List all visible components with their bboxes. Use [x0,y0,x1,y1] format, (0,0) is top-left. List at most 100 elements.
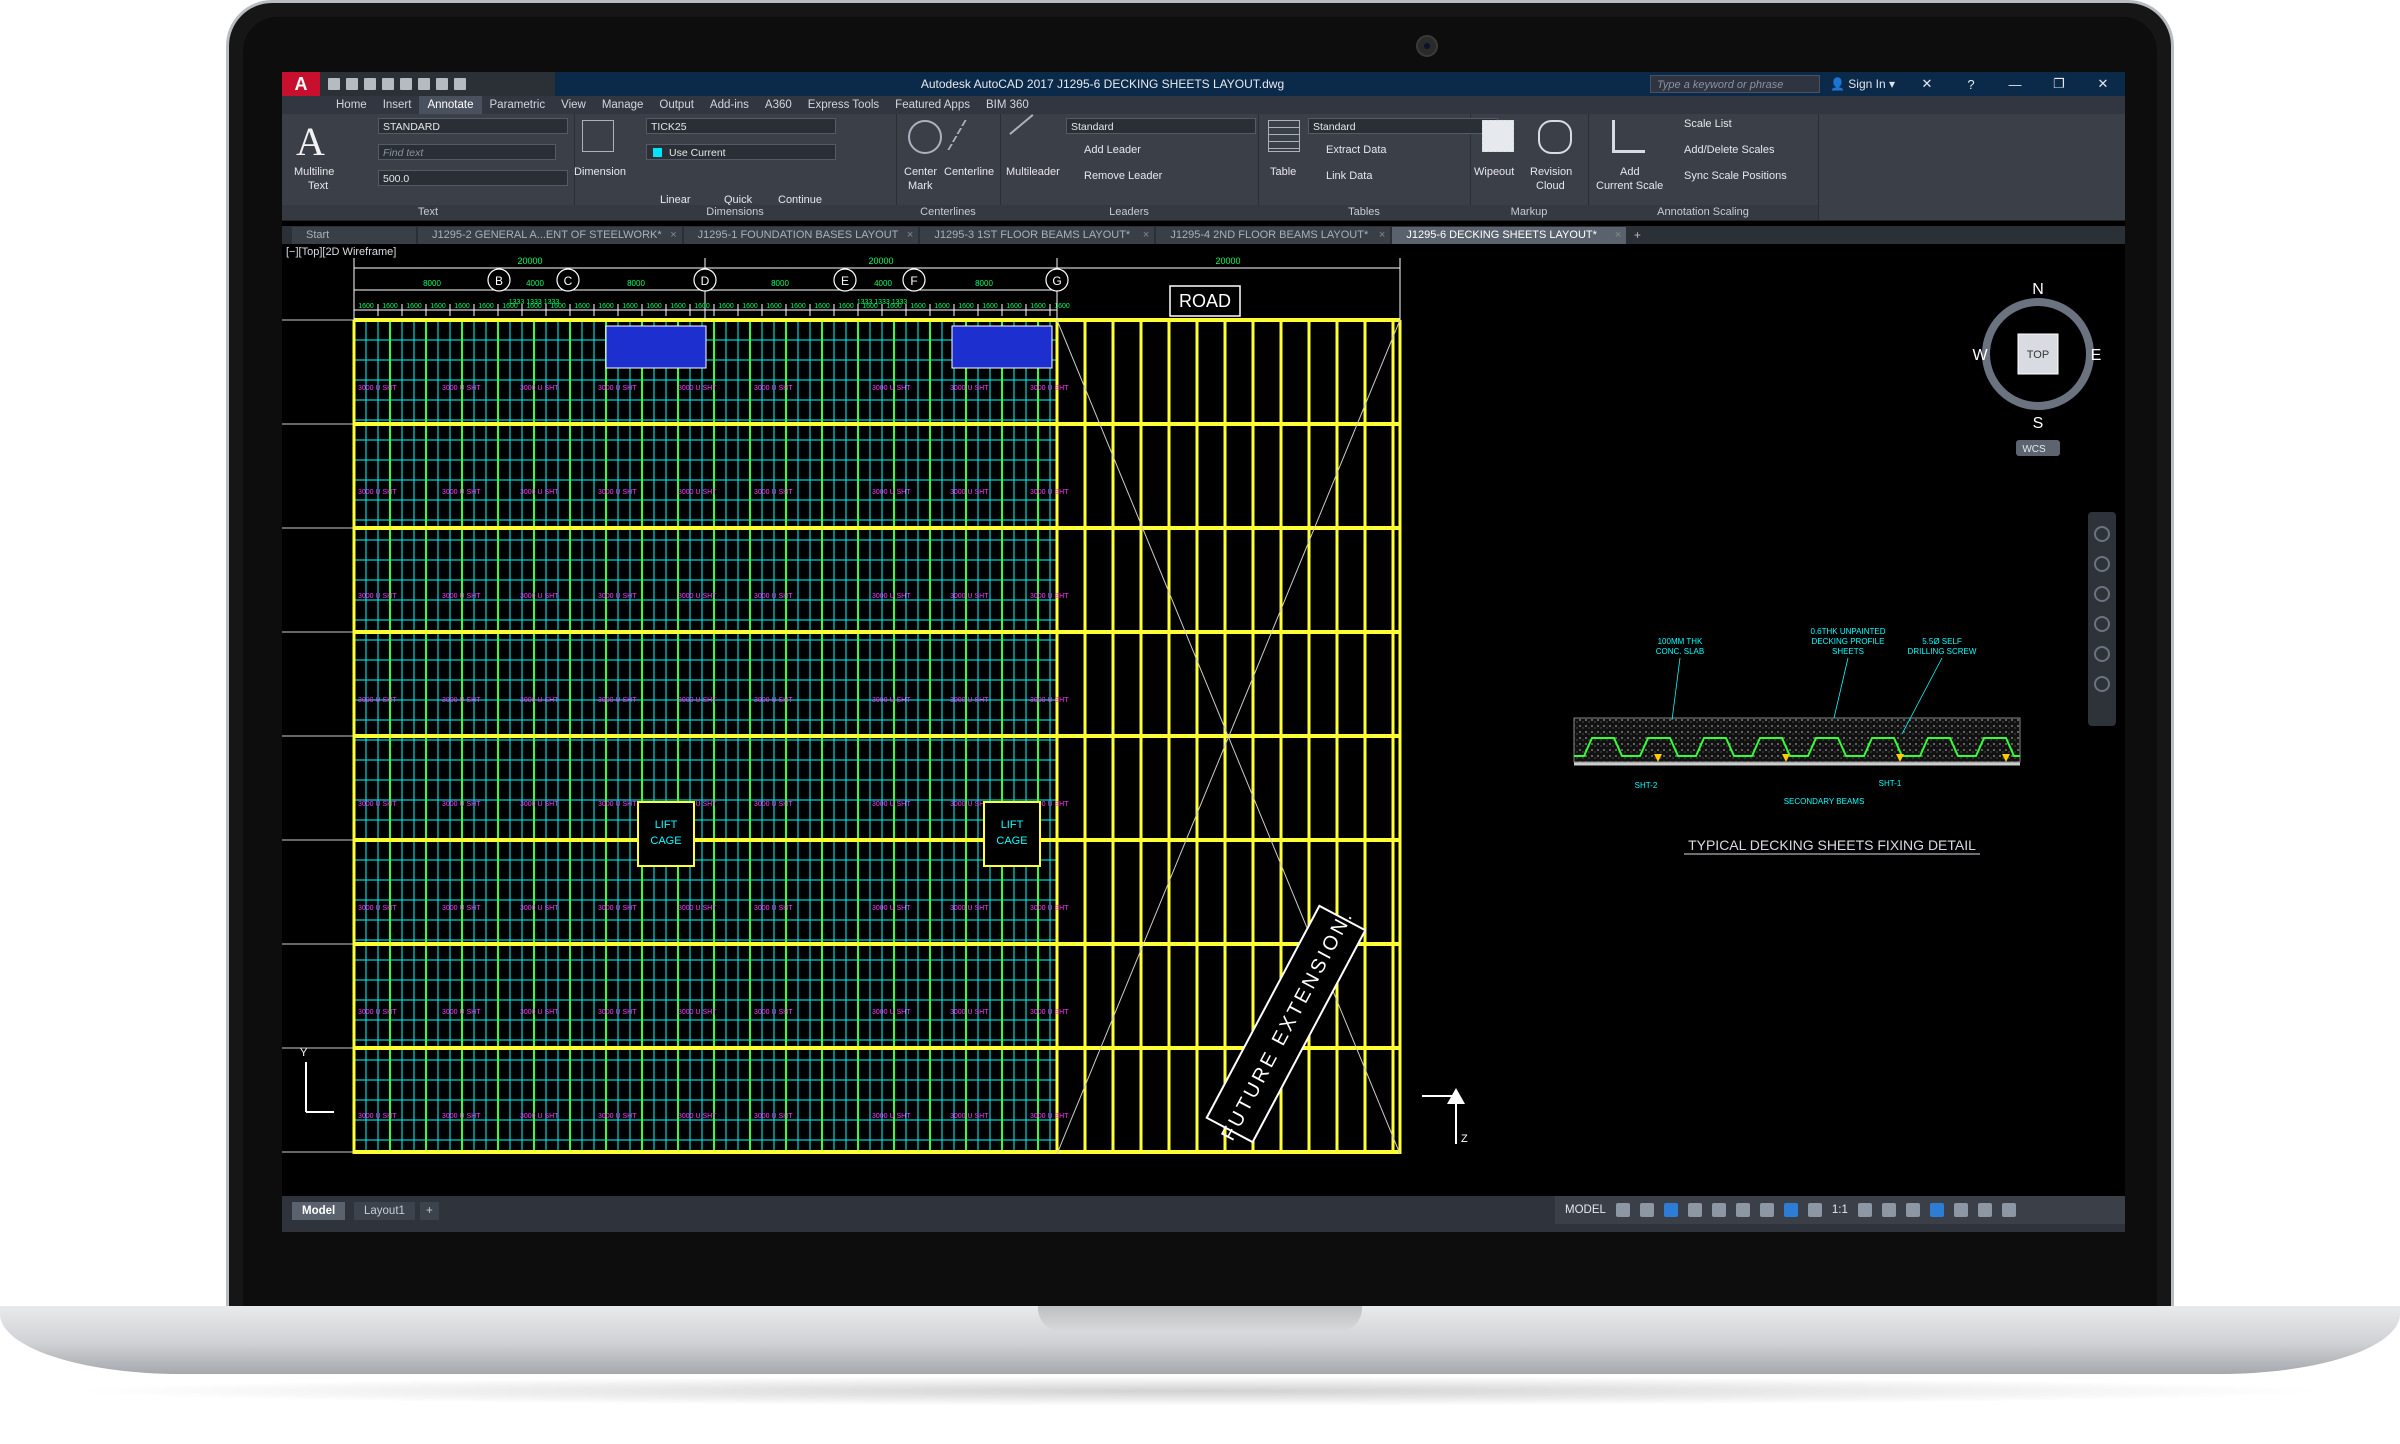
centerline-button[interactable]: Centerline [944,166,994,178]
ribbon-tab-a360[interactable]: A360 [757,96,800,114]
multiline-text-label[interactable]: Multiline [294,166,334,178]
ribbon-tab-parametric[interactable]: Parametric [482,96,554,114]
workspace-gear-icon[interactable] [1857,1203,1872,1217]
tab-layout1[interactable]: Layout1 [354,1202,415,1220]
center-mark-button[interactable]: Center [904,166,937,178]
ribbon-tab-output[interactable]: Output [651,96,702,114]
doc-tab-4[interactable]: J1295-4 2ND FLOOR BEAMS LAYOUT* × [1156,227,1391,244]
doc-tab-2[interactable]: J1295-1 FOUNDATION BASES LAYOUT × [683,227,919,244]
isodraft-icon[interactable] [1711,1203,1726,1217]
table-icon[interactable] [1268,120,1300,152]
add-current-scale-button[interactable]: Add [1620,166,1640,178]
revision-cloud-icon[interactable] [1538,120,1572,154]
ortho-icon[interactable] [1663,1203,1678,1217]
drawing-canvas[interactable]: [−][Top][2D Wireframe] 3000 U SHT 3000 U … [282,244,2125,1196]
center-mark-icon[interactable] [908,120,942,154]
link-data-button[interactable]: Link Data [1326,170,1372,182]
add-delete-scales-button[interactable]: Add/Delete Scales [1684,144,1775,156]
add-current-scale-icon[interactable] [1612,120,1645,153]
doc-tab-0[interactable]: Start [292,227,416,244]
multileader-icon[interactable] [1009,114,1053,158]
dim-text: 8000 [771,279,789,288]
lineweight-icon[interactable] [1759,1203,1774,1217]
annotation-visibility-icon[interactable] [1783,1203,1798,1217]
print-icon[interactable] [400,78,412,90]
clean-screen-icon[interactable] [1977,1203,1992,1217]
autocad-logo-icon[interactable]: A [282,72,320,96]
text-panel-title[interactable]: Text [282,205,574,220]
polar-icon[interactable] [1687,1203,1702,1217]
customization-menu-icon[interactable] [2001,1203,2016,1217]
save-icon[interactable] [364,78,376,90]
add-icon[interactable] [1881,1203,1896,1217]
ribbon-tab-manage[interactable]: Manage [594,96,652,114]
multiline-text-icon[interactable]: A [296,118,325,165]
model-space-button[interactable]: MODEL [1565,1204,1606,1216]
new-icon[interactable] [328,78,340,90]
close-tab-icon[interactable]: × [1615,227,1621,244]
ribbon-tab-view[interactable]: View [553,96,594,114]
redo-icon[interactable] [436,78,448,90]
ribbon-tab-home[interactable]: Home [328,96,375,114]
saveas-icon[interactable] [382,78,394,90]
autoscale-icon[interactable] [1807,1203,1822,1217]
text-style-select[interactable]: STANDARD [378,118,568,134]
close-tab-icon[interactable]: × [907,227,913,244]
dim-layer-select[interactable]: Use Current [646,144,836,160]
tables-panel-title[interactable]: Tables [1258,205,1470,220]
restore-button[interactable]: ❐ [2037,76,2081,92]
sign-in-button[interactable]: 👤 Sign In ▾ [1830,77,1895,91]
extract-data-button[interactable]: Extract Data [1326,144,1387,156]
centerline-icon[interactable] [947,120,997,150]
dimension-button[interactable]: Dimension [574,166,626,178]
ribbon-tab-featured-apps[interactable]: Featured Apps [887,96,978,114]
ribbon-tab-insert[interactable]: Insert [375,96,420,114]
ribbon-tab-bim-360[interactable]: BIM 360 [978,96,1037,114]
minimize-button[interactable]: — [1993,77,2037,92]
ribbon-tab-add-ins[interactable]: Add-ins [702,96,757,114]
scale-list-button[interactable]: Scale List [1684,118,1732,130]
dim-style-select[interactable]: TICK25 [646,118,836,134]
isolate-objects-icon[interactable] [1929,1203,1944,1217]
doc-tab-1[interactable]: J1295-2 GENERAL A...ENT OF STEELWORK* × [418,227,682,244]
osnap-icon[interactable] [1735,1203,1750,1217]
doc-tab-3[interactable]: J1295-3 1ST FLOOR BEAMS LAYOUT* × [920,227,1155,244]
remove-leader-button[interactable]: Remove Leader [1084,170,1162,182]
undo-icon[interactable] [418,78,430,90]
units-icon[interactable] [1905,1203,1920,1217]
search-input[interactable]: Type a keyword or phrase [1650,75,1820,93]
snap-icon[interactable] [1639,1203,1654,1217]
revision-cloud-button[interactable]: Revision [1530,166,1572,178]
leader-style-select[interactable]: Standard [1066,118,1256,134]
close-button[interactable]: ✕ [2081,76,2125,92]
ribbon-tab-express-tools[interactable]: Express Tools [800,96,887,114]
wipeout-button[interactable]: Wipeout [1474,166,1514,178]
ribbon-tab-annotate[interactable]: Annotate [419,96,482,114]
navigation-bar [2088,512,2116,726]
exchange-icon[interactable]: ✕ [1905,76,1949,92]
dimensions-panel-title[interactable]: Dimensions [574,205,896,220]
sheet-label: 3000 U SHT [872,697,911,704]
text-height-select[interactable]: 500.0 [378,170,568,186]
close-tab-icon[interactable]: × [1379,227,1385,244]
sync-scale-positions-button[interactable]: Sync Scale Positions [1684,170,1787,182]
qat-dropdown-icon[interactable] [454,78,466,90]
add-leader-button[interactable]: Add Leader [1084,144,1141,156]
annotation-scale[interactable]: 1:1 [1832,1204,1848,1216]
doc-tab-5[interactable]: J1295-6 DECKING SHEETS LAYOUT* × [1392,227,1627,244]
table-button[interactable]: Table [1270,166,1296,178]
close-tab-icon[interactable]: × [670,227,676,244]
leaders-panel-title[interactable]: Leaders [1000,205,1258,220]
close-tab-icon[interactable]: × [1143,227,1149,244]
dimension-icon[interactable] [582,120,614,152]
help-icon[interactable]: ? [1949,77,1993,92]
hardware-acceleration-icon[interactable] [1953,1203,1968,1217]
new-tab-button[interactable]: + [1628,227,1646,244]
multileader-button[interactable]: Multileader [1006,166,1060,178]
find-text-input[interactable]: Find text [378,144,556,160]
grid-icon[interactable] [1615,1203,1630,1217]
tab-model[interactable]: Model [292,1202,346,1220]
wipeout-icon[interactable] [1482,120,1514,152]
open-icon[interactable] [346,78,358,90]
add-layout-button[interactable]: + [420,1202,439,1220]
